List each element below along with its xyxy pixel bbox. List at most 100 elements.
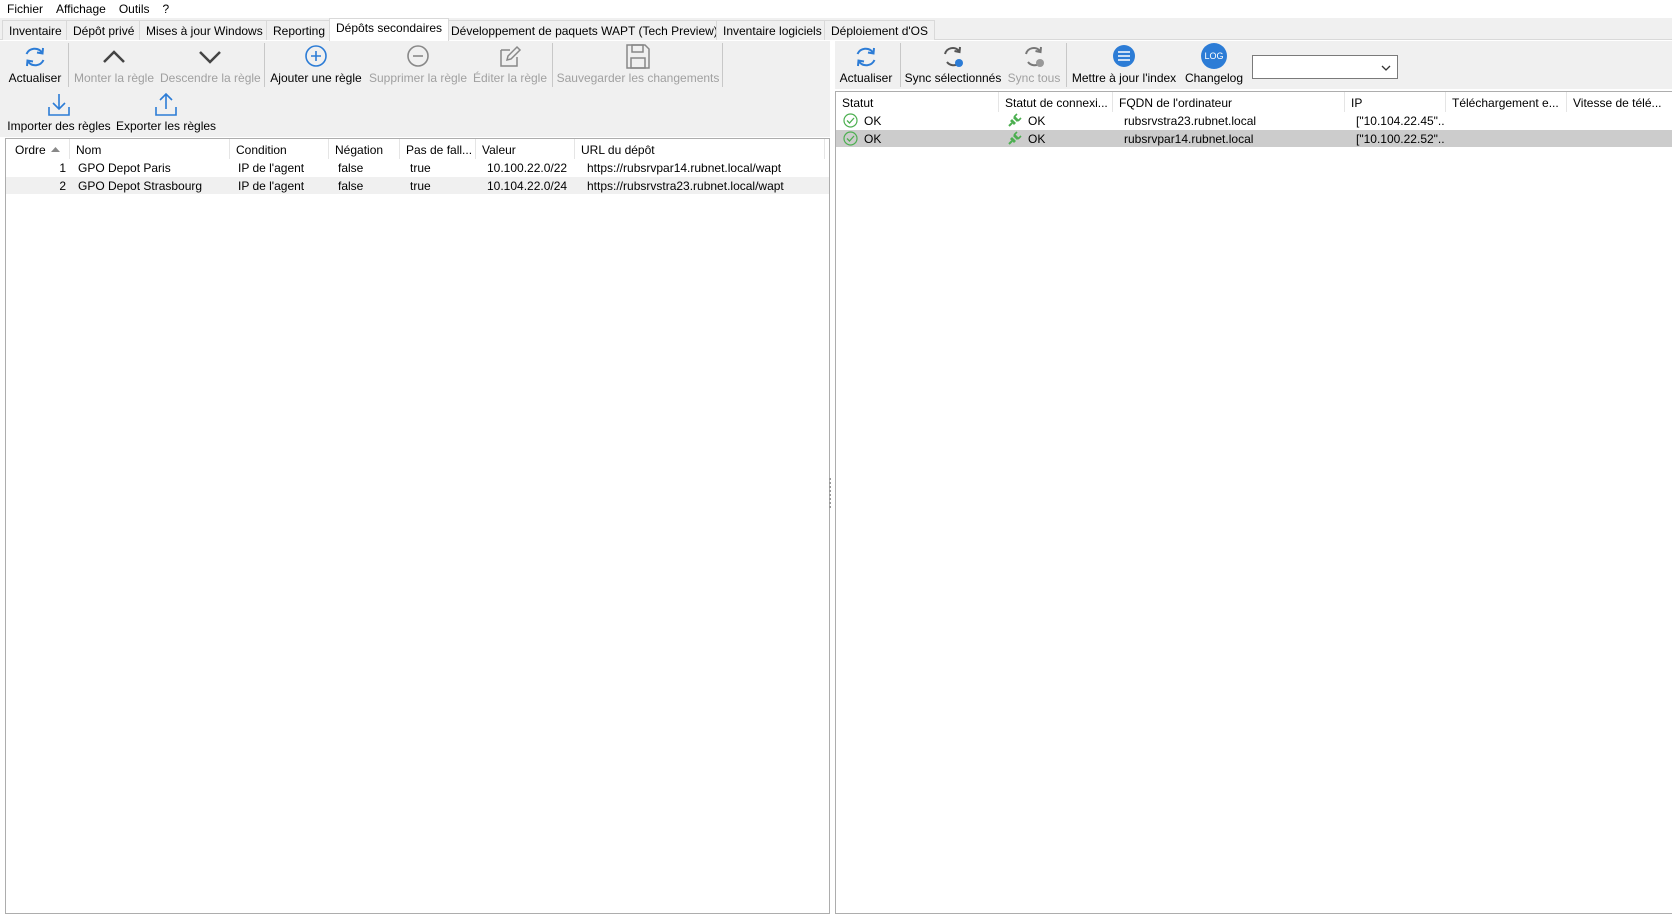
list-circle-icon: [1113, 45, 1135, 67]
tab-reporting[interactable]: Reporting: [266, 20, 333, 40]
main-tabs: Inventaire Dépôt privé Mises à jour Wind…: [0, 18, 1672, 41]
log-icon: LOG: [1201, 43, 1227, 69]
export-rules-button[interactable]: Exporter les règles: [116, 89, 216, 135]
column-header-telechargement[interactable]: Téléchargement e...: [1446, 92, 1567, 112]
menu-bar: Fichier Affichage Outils ?: [0, 0, 1672, 18]
cell-ip: ["10.104.22.45"...: [1356, 114, 1444, 128]
column-header-condition[interactable]: Condition: [230, 139, 329, 159]
save-icon: [626, 44, 650, 69]
cell-fqdn: rubsrvpar14.rubnet.local: [1124, 132, 1254, 146]
column-header-statut[interactable]: Statut: [836, 92, 999, 112]
toolbar-separator: [552, 43, 553, 87]
plug-icon: [1008, 113, 1022, 127]
cell-telechargement: [1457, 130, 1562, 147]
toolbar-separator: [722, 43, 723, 87]
table-row[interactable]: 1 GPO Depot Paris IP de l'agent false tr…: [6, 159, 829, 176]
repos-refresh-button[interactable]: Actualiser: [835, 41, 897, 87]
cell-vitesse: [1578, 130, 1668, 147]
menu-outils[interactable]: Outils: [119, 2, 150, 16]
cell-statut: OK: [864, 132, 882, 146]
cell-statut-connexion: OK: [1028, 114, 1046, 128]
toolbar-separator: [1066, 43, 1067, 87]
refresh-icon: [25, 47, 45, 67]
tab-developpement-paquets[interactable]: Développement de paquets WAPT (Tech Prev…: [444, 20, 725, 40]
chevron-up-icon: [103, 50, 125, 63]
cell-ip: ["10.100.22.52"...: [1356, 132, 1444, 146]
add-rule-button[interactable]: Ajouter une règle: [268, 41, 364, 87]
table-row[interactable]: OK OK rubsrvpar14.rubnet.local ["10.100.…: [836, 130, 1672, 147]
move-rule-up-button[interactable]: Monter la règle: [72, 41, 156, 87]
menu-help[interactable]: ?: [163, 2, 170, 16]
download-icon: [48, 94, 70, 116]
cell-telechargement: [1457, 112, 1562, 129]
edit-rule-button[interactable]: Éditer la règle: [472, 41, 548, 87]
cell-condition: IP de l'agent: [238, 161, 305, 175]
table-row[interactable]: OK OK rubsrvstra23.rubnet.local ["10.104…: [836, 112, 1672, 129]
repos-table[interactable]: Statut Statut de connexi... FQDN de l'or…: [835, 91, 1672, 914]
sync-icon: [944, 46, 963, 67]
delete-rule-button[interactable]: Supprimer la règle: [368, 41, 468, 87]
column-header-fqdn[interactable]: FQDN de l'ordinateur: [1113, 92, 1345, 112]
minus-circle-icon: [407, 45, 429, 67]
toolbar-separator: [68, 43, 69, 87]
sort-ascending-icon: [51, 147, 60, 152]
sync-selected-button[interactable]: Sync sélectionnés: [903, 41, 1003, 87]
cell-fqdn: rubsrvstra23.rubnet.local: [1124, 114, 1257, 128]
cell-ordre: 1: [59, 161, 66, 175]
move-rule-down-button[interactable]: Descendre la règle: [160, 41, 261, 87]
tab-depots-secondaires[interactable]: Dépôts secondaires: [329, 18, 450, 41]
column-header-nom[interactable]: Nom: [70, 139, 230, 159]
menu-fichier[interactable]: Fichier: [7, 2, 43, 16]
column-header-vitesse[interactable]: Vitesse de télé...: [1567, 92, 1672, 112]
toolbar-separator: [900, 43, 901, 87]
check-circle-icon: [843, 131, 858, 146]
column-header-pas-de-fallback[interactable]: Pas de fall...: [400, 139, 476, 159]
toolbar-separator: [264, 43, 265, 87]
column-header-valeur[interactable]: Valeur: [476, 139, 575, 159]
cell-valeur: 10.104.22.0/24: [487, 179, 568, 193]
chevron-down-icon: [1381, 65, 1391, 71]
edit-icon: [500, 45, 522, 67]
cell-nom: GPO Depot Strasbourg: [78, 179, 203, 193]
cell-url-depot: https://rubsrvstra23.rubnet.local/wapt: [587, 179, 784, 193]
refresh-icon: [856, 47, 876, 67]
tab-deploiement-os[interactable]: Déploiement d'OS: [824, 20, 936, 40]
plug-icon: [1008, 131, 1022, 145]
panel-splitter[interactable]: [828, 478, 832, 512]
column-header-ip[interactable]: IP: [1345, 92, 1446, 112]
cell-valeur: 10.100.22.0/22: [487, 161, 568, 175]
rules-refresh-button[interactable]: Actualiser: [4, 41, 66, 87]
check-circle-icon: [843, 113, 858, 128]
column-header-statut-connexion[interactable]: Statut de connexi...: [999, 92, 1113, 112]
cell-statut: OK: [864, 114, 882, 128]
update-index-button[interactable]: Mettre à jour l'index: [1069, 41, 1179, 87]
rules-table[interactable]: Ordre Nom Condition Négation Pas de fall…: [5, 138, 830, 914]
changelog-button[interactable]: LOG Changelog: [1181, 41, 1247, 87]
tab-inventaire[interactable]: Inventaire: [2, 20, 69, 40]
save-changes-button[interactable]: Sauvegarder les changements: [556, 41, 720, 87]
tab-depot-prive[interactable]: Dépôt privé: [66, 20, 142, 40]
cell-pas-de-fallback: true: [410, 161, 431, 175]
tab-mises-a-jour-windows[interactable]: Mises à jour Windows: [139, 20, 270, 40]
import-rules-button[interactable]: Importer des règles: [6, 89, 112, 135]
column-header-negation[interactable]: Négation: [329, 139, 400, 159]
cell-vitesse: [1578, 112, 1668, 129]
tab-inventaire-logiciels[interactable]: Inventaire logiciels: [716, 20, 829, 40]
plus-circle-icon: [305, 45, 327, 67]
cell-statut-connexion: OK: [1028, 132, 1046, 146]
sync-all-button[interactable]: Sync tous: [1005, 41, 1063, 87]
cell-condition: IP de l'agent: [238, 179, 305, 193]
rules-toolbar: Actualiser Monter la règle Descendre la …: [0, 41, 830, 137]
chevron-down-icon: [199, 51, 221, 64]
cell-ordre: 2: [59, 179, 66, 193]
cell-url-depot: https://rubsrvpar14.rubnet.local/wapt: [587, 161, 782, 175]
cell-pas-de-fallback: true: [410, 179, 431, 193]
menu-affichage[interactable]: Affichage: [56, 2, 106, 16]
cell-negation: false: [338, 179, 364, 193]
repos-filter-combo[interactable]: [1252, 55, 1398, 79]
column-header-ordre[interactable]: Ordre: [6, 139, 70, 159]
upload-icon: [155, 92, 177, 116]
table-row[interactable]: 2 GPO Depot Strasbourg IP de l'agent fal…: [6, 177, 829, 194]
sync-icon: [1025, 46, 1044, 67]
column-header-url-depot[interactable]: URL du dépôt: [575, 139, 825, 159]
